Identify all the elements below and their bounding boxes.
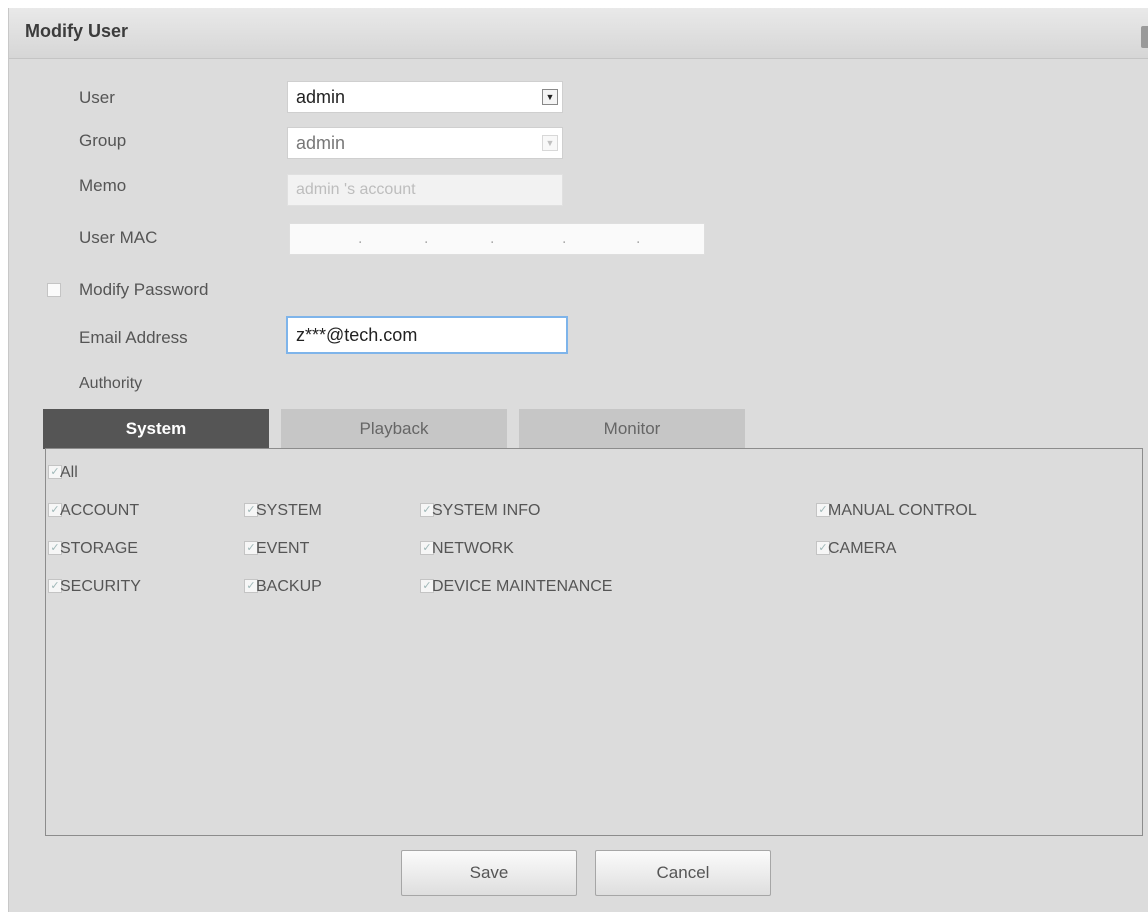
group-select[interactable]: admin ▼ (287, 127, 563, 159)
memo-input-value: admin 's account (296, 181, 416, 198)
permission-label: CAMERA (828, 540, 897, 557)
tab-monitor[interactable]: Monitor (519, 409, 745, 449)
permission-label: ACCOUNT (60, 502, 140, 519)
user-mac-label: User MAC (79, 228, 158, 247)
user-select-value: admin (296, 87, 346, 107)
memo-label: Memo (79, 176, 127, 195)
group-label: Group (79, 131, 127, 150)
user-label: User (79, 88, 115, 107)
email-input-value: z***@tech.com (296, 325, 418, 345)
dialog-titlebar: Modify User (9, 8, 1148, 59)
permission-label: DEVICE MAINTENANCE (432, 578, 613, 595)
email-input[interactable]: z***@tech.com (286, 316, 568, 354)
memo-input[interactable]: admin 's account (287, 174, 563, 206)
permission-panel: ✓ All ✓ ACCOUNT ✓ SYSTEM ✓ SYSTEM INFO ✓… (45, 448, 1143, 836)
permission-label: EVENT (256, 540, 310, 557)
permission-label: MANUAL CONTROL (828, 502, 977, 519)
permission-label: STORAGE (60, 540, 138, 557)
chevron-down-icon[interactable]: ▼ (542, 89, 558, 105)
permission-label: SECURITY (60, 578, 141, 595)
permission-label: SYSTEM (256, 502, 322, 519)
dialog-title: Modify User (25, 21, 129, 41)
permission-label: NETWORK (432, 540, 514, 557)
user-select[interactable]: admin ▼ (287, 81, 563, 113)
save-button[interactable]: Save (401, 850, 577, 896)
mac-separator: . (636, 230, 641, 247)
mac-separator: . (562, 230, 567, 247)
cancel-button[interactable]: Cancel (595, 850, 771, 896)
mac-separator: . (358, 230, 363, 247)
email-label: Email Address (79, 328, 188, 347)
close-icon[interactable] (1141, 26, 1148, 48)
group-select-value: admin (296, 133, 346, 153)
user-mac-input[interactable]: . . . . . (289, 223, 705, 255)
authority-label: Authority (79, 375, 143, 392)
modify-user-dialog: Modify User User admin ▼ Group admin ▼ M… (8, 8, 1148, 912)
permission-label: BACKUP (256, 578, 322, 595)
mac-separator: . (490, 230, 495, 247)
tab-system[interactable]: System (43, 409, 269, 449)
chevron-down-icon[interactable]: ▼ (542, 135, 558, 151)
permission-all-label: All (60, 464, 78, 481)
modify-password-label: Modify Password (79, 280, 209, 299)
tab-playback[interactable]: Playback (281, 409, 507, 449)
modify-password-checkbox[interactable] (47, 283, 61, 297)
mac-separator: . (424, 230, 429, 247)
permission-label: SYSTEM INFO (432, 502, 541, 519)
